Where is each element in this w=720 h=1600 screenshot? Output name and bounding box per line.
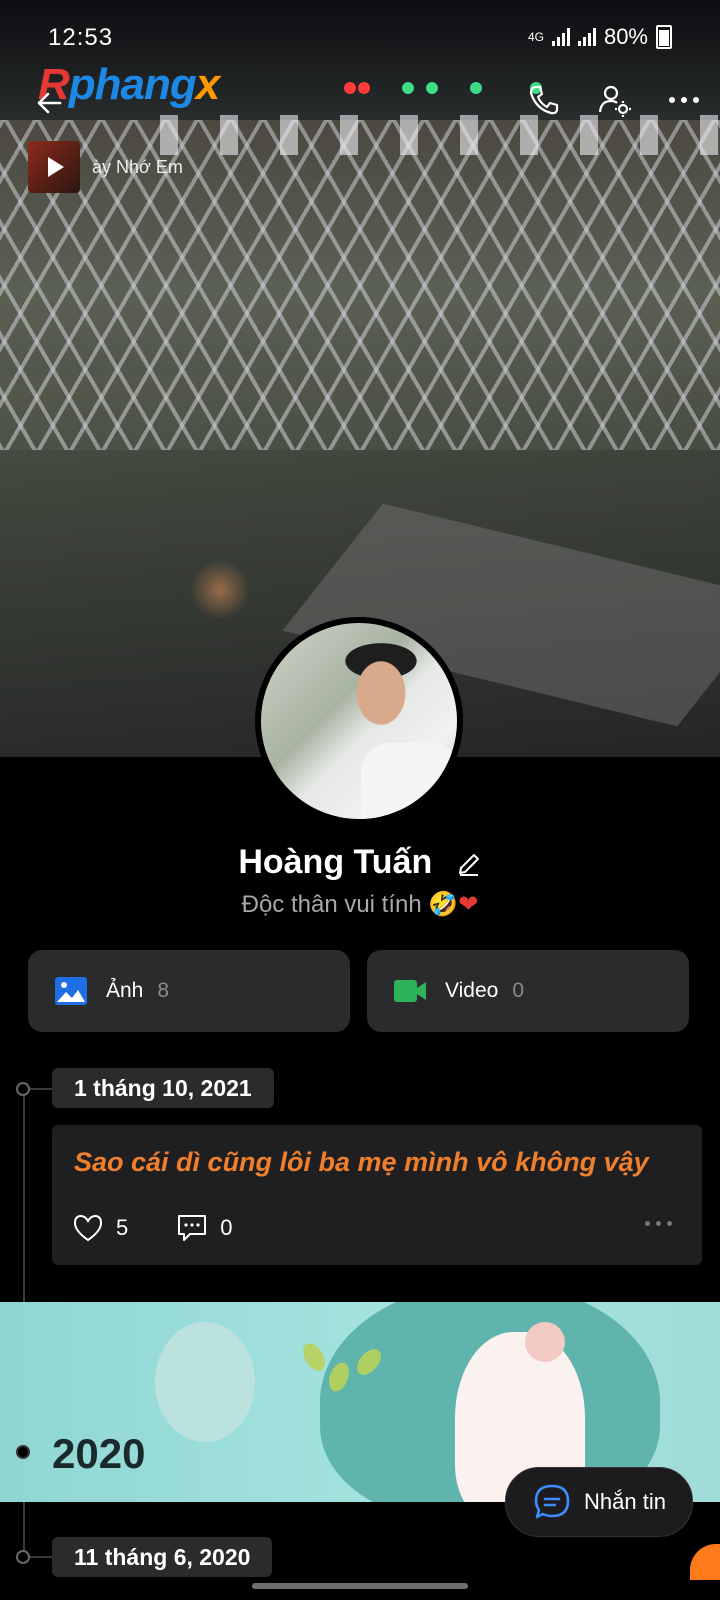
gesture-nav-bar[interactable] (252, 1583, 468, 1589)
timeline-tick (30, 1088, 52, 1090)
logo-x: x (195, 60, 221, 109)
cover-fence-top (160, 115, 720, 155)
timeline-tick (30, 1556, 52, 1558)
app-logo: Rphangx (38, 60, 221, 110)
banner-mouse-illustration (155, 1322, 255, 1442)
timeline-dot (16, 1082, 30, 1096)
header-actions (526, 82, 702, 118)
profile-bio[interactable]: Độc thân vui tính 🤣❤ (0, 890, 720, 919)
signal-icon (551, 28, 570, 46)
comment-count: 0 (220, 1215, 233, 1240)
music-title: ày Nhớ Em (92, 156, 183, 177)
signal-icon-2 (577, 28, 596, 46)
network-type: 4G (527, 30, 544, 44)
status-time: 12:53 (48, 24, 114, 51)
profile-name: Hoàng Tuấn (238, 843, 433, 881)
profile-name-row: Hoàng Tuấn (0, 843, 720, 882)
comment-icon (178, 1215, 207, 1241)
bio-text: Độc thân vui tính (241, 891, 422, 918)
post-more-icon[interactable] (645, 1221, 672, 1226)
status-icons: 4G 80% (528, 24, 672, 50)
avatar[interactable] (255, 617, 463, 825)
timeline-date-chip: 11 tháng 6, 2020 (52, 1537, 273, 1577)
cover-light-reflection (190, 560, 250, 620)
back-arrow-icon[interactable] (34, 88, 64, 118)
battery-percent: 80% (603, 24, 648, 49)
videos-count: 0 (512, 979, 525, 1002)
timeline-post[interactable]: Sao cái dì cũng lôi ba mẹ mình vô không … (52, 1125, 702, 1265)
message-button[interactable]: Nhắn tin (505, 1467, 693, 1537)
edit-pencil-icon[interactable] (456, 851, 482, 877)
image-icon (55, 977, 87, 1005)
logo-word: phang (68, 60, 197, 109)
chat-bubble-icon (534, 1484, 570, 1519)
photos-count: 8 (157, 979, 170, 1002)
comment-button[interactable]: 0 (176, 1213, 233, 1243)
cover-traffic-lights (330, 78, 550, 98)
profile-music[interactable]: ày Nhớ Em (28, 141, 183, 193)
post-text: Sao cái dì cũng lôi ba mẹ mình vô không … (74, 1147, 649, 1177)
photos-card[interactable]: Ảnh 8 (28, 950, 350, 1032)
heart-emoji-icon: ❤ (458, 891, 479, 918)
phone-icon[interactable] (526, 82, 562, 118)
like-button[interactable]: 5 (72, 1213, 128, 1243)
floating-corner-icon[interactable] (690, 1544, 720, 1580)
banner-mouse-ear (525, 1322, 565, 1362)
timeline-year-dot (16, 1445, 30, 1459)
videos-label: Video (445, 979, 499, 1002)
timeline-dot (16, 1550, 30, 1564)
message-button-label: Nhắn tin (584, 1489, 666, 1514)
battery-icon (656, 25, 672, 49)
laughing-emoji-icon: 🤣 (428, 891, 459, 918)
more-options-icon[interactable] (666, 82, 702, 118)
banner-leaf (298, 1339, 330, 1375)
post-actions: 5 0 (72, 1213, 281, 1243)
avatar-shirt (361, 743, 457, 819)
timeline-date-chip: 1 tháng 10, 2021 (52, 1068, 274, 1108)
user-settings-icon[interactable] (596, 82, 632, 118)
music-play-thumbnail[interactable] (28, 141, 80, 193)
video-camera-icon (394, 980, 426, 1002)
videos-card[interactable]: Video 0 (367, 950, 689, 1032)
like-count: 5 (116, 1215, 129, 1240)
heart-icon (73, 1214, 103, 1242)
avatar-photo (261, 623, 457, 819)
photos-label: Ảnh (106, 979, 144, 1002)
timeline-year: 2020 (52, 1430, 146, 1477)
